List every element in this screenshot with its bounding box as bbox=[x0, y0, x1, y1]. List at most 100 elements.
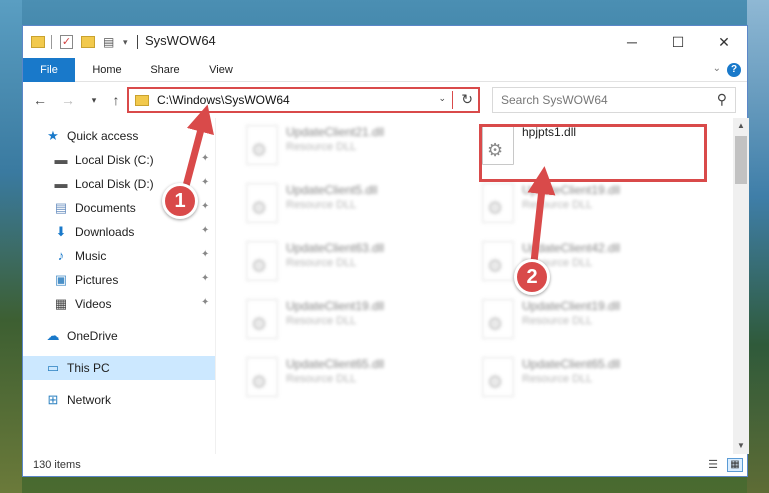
refresh-button[interactable]: ↻ bbox=[461, 91, 473, 108]
step-1-badge: 1 bbox=[162, 183, 198, 219]
search-input[interactable]: Search SysWOW64 bbox=[501, 93, 608, 107]
file-type: Resource DLL bbox=[522, 199, 593, 211]
file-type: Resource DLL bbox=[522, 373, 593, 385]
file-name: UpdateClient19.dll bbox=[522, 299, 621, 313]
sidebar-item-network[interactable]: ⊞ Network bbox=[23, 388, 215, 412]
pictures-icon: ▣ bbox=[54, 272, 68, 287]
file-item[interactable]: UpdateClient19.dll Resource DLL bbox=[242, 296, 462, 346]
sidebar-item-this-pc[interactable]: ▭ This PC bbox=[23, 356, 215, 380]
file-item[interactable]: UpdateClient19.dll Resource DLL bbox=[478, 180, 698, 230]
maximize-button[interactable]: ☐ bbox=[655, 26, 701, 58]
sidebar-item-videos[interactable]: ▦ Videos ✦ bbox=[23, 292, 215, 316]
file-item[interactable]: UpdateClient65.dll Resource DLL bbox=[242, 354, 462, 404]
cloud-icon: ☁ bbox=[46, 328, 60, 343]
file-item[interactable]: UpdateClient5.dll Resource DLL bbox=[242, 180, 462, 230]
drive-icon: ▬ bbox=[54, 176, 68, 191]
computer-icon: ▭ bbox=[46, 360, 60, 375]
folder-icon bbox=[31, 36, 45, 48]
file-item[interactable]: UpdateClient19.dll Resource DLL bbox=[478, 296, 698, 346]
tab-home[interactable]: Home bbox=[83, 58, 131, 82]
scroll-down-button[interactable]: ▼ bbox=[733, 438, 749, 454]
vertical-scrollbar[interactable]: ▲ ▼ bbox=[733, 118, 749, 454]
status-bar: 130 items ☰ ▦ bbox=[23, 454, 747, 476]
download-icon: ⬇ bbox=[55, 224, 67, 239]
dll-file-icon bbox=[246, 357, 278, 397]
sidebar-item-label: Documents bbox=[75, 201, 136, 215]
desktop-background-left bbox=[0, 0, 22, 493]
minimize-button[interactable]: ─ bbox=[609, 26, 655, 58]
sidebar-item-label: Local Disk (C:) bbox=[75, 153, 154, 167]
forward-button[interactable]: → bbox=[59, 91, 77, 109]
large-icons-view-button[interactable]: ▦ bbox=[727, 458, 743, 472]
dll-file-icon bbox=[246, 241, 278, 281]
search-box[interactable]: Search SysWOW64 ⚲ bbox=[492, 87, 736, 113]
sidebar-item-label: Pictures bbox=[75, 273, 119, 287]
tab-share[interactable]: Share bbox=[141, 58, 189, 82]
properties-icon[interactable]: ▤ bbox=[103, 35, 117, 49]
help-icon[interactable]: ? bbox=[727, 63, 741, 77]
up-button[interactable]: ↑ bbox=[107, 91, 125, 109]
new-folder-icon[interactable] bbox=[81, 36, 95, 48]
sidebar-item-local-disk-c[interactable]: ▬ Local Disk (C:) ✦ bbox=[23, 148, 215, 172]
dll-file-icon bbox=[482, 357, 514, 397]
scroll-up-button[interactable]: ▲ bbox=[733, 118, 749, 134]
tab-file[interactable]: File bbox=[23, 58, 75, 82]
tab-view[interactable]: View bbox=[199, 58, 243, 82]
file-type: Resource DLL bbox=[286, 199, 357, 211]
pin-icon[interactable]: ✦ bbox=[201, 177, 209, 188]
address-path[interactable]: C:\Windows\SysWOW64 bbox=[157, 93, 290, 107]
title-bar: ✓ ▤ ▾ SysWOW64 ─ ☐ ✕ bbox=[23, 26, 747, 58]
properties-check-icon[interactable]: ✓ bbox=[60, 35, 73, 49]
pin-icon[interactable]: ✦ bbox=[201, 225, 209, 236]
file-type: Resource DLL bbox=[522, 315, 593, 327]
dll-file-icon bbox=[482, 183, 514, 223]
sidebar-item-pictures[interactable]: ▣ Pictures ✦ bbox=[23, 268, 215, 292]
pin-icon[interactable]: ✦ bbox=[201, 153, 209, 164]
item-count: 130 items bbox=[33, 459, 81, 471]
drive-icon: ▬ bbox=[54, 152, 68, 167]
file-item[interactable]: UpdateClient65.dll Resource DLL bbox=[478, 354, 698, 404]
sidebar-item-label: Local Disk (D:) bbox=[75, 177, 154, 191]
recent-locations-button[interactable]: ▾ bbox=[85, 91, 103, 109]
file-type: Resource DLL bbox=[286, 315, 357, 327]
file-name: UpdateClient19.dll bbox=[286, 299, 385, 313]
navigation-bar: ← → ▾ ↑ C:\Windows\SysWOW64 ⌄ ↻ Search S… bbox=[23, 83, 747, 117]
navigation-pane: ★ Quick access ▬ Local Disk (C:) ✦ ▬ Loc… bbox=[23, 118, 215, 454]
dll-file-icon bbox=[482, 299, 514, 339]
search-icon[interactable]: ⚲ bbox=[717, 91, 727, 108]
sidebar-item-label: Videos bbox=[75, 297, 112, 311]
sidebar-item-onedrive[interactable]: ☁ OneDrive bbox=[23, 324, 215, 348]
file-item[interactable]: UpdateClient42.dll Resource DLL bbox=[478, 238, 698, 288]
address-separator bbox=[452, 91, 453, 109]
file-item[interactable]: UpdateClient63.dll Resource DLL bbox=[242, 238, 462, 288]
file-name: UpdateClient65.dll bbox=[522, 357, 621, 371]
step-2-badge: 2 bbox=[514, 259, 550, 295]
sidebar-item-label: Music bbox=[75, 249, 107, 263]
close-button[interactable]: ✕ bbox=[701, 26, 747, 58]
pin-icon[interactable]: ✦ bbox=[201, 201, 209, 212]
sidebar-item-label: OneDrive bbox=[67, 329, 118, 343]
address-bar[interactable]: C:\Windows\SysWOW64 ⌄ ↻ bbox=[127, 87, 480, 113]
dll-file-icon bbox=[482, 241, 514, 281]
videos-icon: ▦ bbox=[54, 296, 68, 311]
pin-icon[interactable]: ✦ bbox=[201, 297, 209, 308]
sidebar-item-music[interactable]: ♪ Music ✦ bbox=[23, 244, 215, 268]
address-history-chevron-icon[interactable]: ⌄ bbox=[438, 93, 446, 104]
file-explorer-window: ✓ ▤ ▾ SysWOW64 ─ ☐ ✕ File Home Share Vie… bbox=[22, 25, 749, 477]
back-button[interactable]: ← bbox=[31, 91, 49, 109]
sidebar-item-label: Network bbox=[67, 393, 112, 407]
folder-icon bbox=[135, 95, 149, 106]
details-view-button[interactable]: ☰ bbox=[705, 458, 721, 472]
file-name: UpdateClient65.dll bbox=[286, 357, 385, 371]
sidebar-item-quick-access[interactable]: ★ Quick access bbox=[23, 124, 215, 148]
pin-icon[interactable]: ✦ bbox=[201, 249, 209, 260]
customize-toolbar-chevron-icon[interactable]: ▾ bbox=[123, 35, 133, 51]
sidebar-item-label: Downloads bbox=[75, 225, 135, 239]
expand-ribbon-chevron-icon[interactable]: ⌄ bbox=[713, 63, 721, 74]
file-type: Resource DLL bbox=[286, 257, 357, 269]
file-item[interactable]: UpdateClient21.dll Resource DLL bbox=[242, 122, 462, 172]
sidebar-item-downloads[interactable]: ⬇ Downloads ✦ bbox=[23, 220, 215, 244]
scroll-thumb[interactable] bbox=[735, 136, 747, 184]
pin-icon[interactable]: ✦ bbox=[201, 273, 209, 284]
ribbon-tabs: File Home Share View ⌄ ? bbox=[23, 58, 747, 82]
